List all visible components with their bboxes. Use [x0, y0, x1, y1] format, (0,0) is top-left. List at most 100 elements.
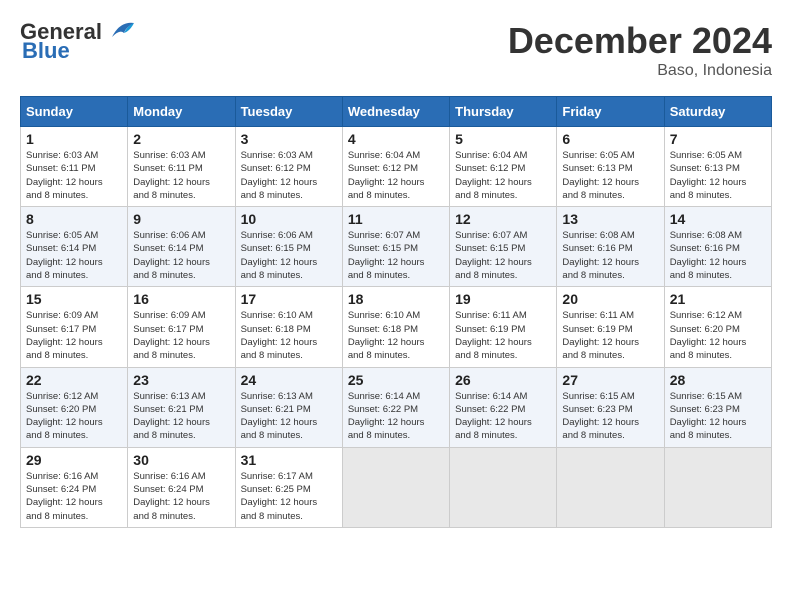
- header-row: SundayMondayTuesdayWednesdayThursdayFrid…: [21, 97, 772, 127]
- day-cell: 23 Sunrise: 6:13 AMSunset: 6:21 PMDaylig…: [128, 367, 235, 447]
- day-number: 2: [133, 131, 229, 147]
- day-cell: 30 Sunrise: 6:16 AMSunset: 6:24 PMDaylig…: [128, 447, 235, 527]
- day-info: Sunrise: 6:03 AMSunset: 6:11 PMDaylight:…: [26, 149, 122, 202]
- title-area: December 2024 Baso, Indonesia: [508, 20, 772, 80]
- day-info: Sunrise: 6:13 AMSunset: 6:21 PMDaylight:…: [133, 390, 229, 443]
- day-cell: 17 Sunrise: 6:10 AMSunset: 6:18 PMDaylig…: [235, 287, 342, 367]
- day-cell: [664, 447, 771, 527]
- day-number: 7: [670, 131, 766, 147]
- day-cell: [450, 447, 557, 527]
- day-cell: 5 Sunrise: 6:04 AMSunset: 6:12 PMDayligh…: [450, 127, 557, 207]
- day-info: Sunrise: 6:16 AMSunset: 6:24 PMDaylight:…: [133, 470, 229, 523]
- day-cell: 21 Sunrise: 6:12 AMSunset: 6:20 PMDaylig…: [664, 287, 771, 367]
- day-cell: [342, 447, 449, 527]
- week-row-1: 1 Sunrise: 6:03 AMSunset: 6:11 PMDayligh…: [21, 127, 772, 207]
- day-number: 29: [26, 452, 122, 468]
- day-info: Sunrise: 6:05 AMSunset: 6:14 PMDaylight:…: [26, 229, 122, 282]
- day-info: Sunrise: 6:15 AMSunset: 6:23 PMDaylight:…: [670, 390, 766, 443]
- day-cell: 15 Sunrise: 6:09 AMSunset: 6:17 PMDaylig…: [21, 287, 128, 367]
- day-number: 8: [26, 211, 122, 227]
- day-info: Sunrise: 6:10 AMSunset: 6:18 PMDaylight:…: [241, 309, 337, 362]
- day-number: 12: [455, 211, 551, 227]
- calendar-title: December 2024: [508, 20, 772, 62]
- day-info: Sunrise: 6:09 AMSunset: 6:17 PMDaylight:…: [26, 309, 122, 362]
- day-info: Sunrise: 6:06 AMSunset: 6:15 PMDaylight:…: [241, 229, 337, 282]
- day-number: 11: [348, 211, 444, 227]
- day-cell: 10 Sunrise: 6:06 AMSunset: 6:15 PMDaylig…: [235, 207, 342, 287]
- header-day-saturday: Saturday: [664, 97, 771, 127]
- day-cell: 19 Sunrise: 6:11 AMSunset: 6:19 PMDaylig…: [450, 287, 557, 367]
- day-number: 22: [26, 372, 122, 388]
- day-info: Sunrise: 6:14 AMSunset: 6:22 PMDaylight:…: [348, 390, 444, 443]
- header-day-sunday: Sunday: [21, 97, 128, 127]
- day-info: Sunrise: 6:05 AMSunset: 6:13 PMDaylight:…: [670, 149, 766, 202]
- day-number: 24: [241, 372, 337, 388]
- logo-bird-icon: [104, 19, 136, 41]
- day-number: 20: [562, 291, 658, 307]
- header-day-monday: Monday: [128, 97, 235, 127]
- day-number: 31: [241, 452, 337, 468]
- week-row-3: 15 Sunrise: 6:09 AMSunset: 6:17 PMDaylig…: [21, 287, 772, 367]
- logo-blue: Blue: [22, 38, 70, 64]
- day-info: Sunrise: 6:04 AMSunset: 6:12 PMDaylight:…: [348, 149, 444, 202]
- day-number: 30: [133, 452, 229, 468]
- day-number: 26: [455, 372, 551, 388]
- day-cell: 31 Sunrise: 6:17 AMSunset: 6:25 PMDaylig…: [235, 447, 342, 527]
- day-cell: 1 Sunrise: 6:03 AMSunset: 6:11 PMDayligh…: [21, 127, 128, 207]
- day-number: 27: [562, 372, 658, 388]
- day-cell: 29 Sunrise: 6:16 AMSunset: 6:24 PMDaylig…: [21, 447, 128, 527]
- day-number: 4: [348, 131, 444, 147]
- day-cell: 2 Sunrise: 6:03 AMSunset: 6:11 PMDayligh…: [128, 127, 235, 207]
- header-day-thursday: Thursday: [450, 97, 557, 127]
- header-day-friday: Friday: [557, 97, 664, 127]
- day-cell: 4 Sunrise: 6:04 AMSunset: 6:12 PMDayligh…: [342, 127, 449, 207]
- day-number: 15: [26, 291, 122, 307]
- day-number: 3: [241, 131, 337, 147]
- calendar-table: SundayMondayTuesdayWednesdayThursdayFrid…: [20, 96, 772, 528]
- day-cell: 14 Sunrise: 6:08 AMSunset: 6:16 PMDaylig…: [664, 207, 771, 287]
- day-cell: 18 Sunrise: 6:10 AMSunset: 6:18 PMDaylig…: [342, 287, 449, 367]
- day-cell: 7 Sunrise: 6:05 AMSunset: 6:13 PMDayligh…: [664, 127, 771, 207]
- day-number: 9: [133, 211, 229, 227]
- day-info: Sunrise: 6:10 AMSunset: 6:18 PMDaylight:…: [348, 309, 444, 362]
- day-info: Sunrise: 6:14 AMSunset: 6:22 PMDaylight:…: [455, 390, 551, 443]
- day-info: Sunrise: 6:05 AMSunset: 6:13 PMDaylight:…: [562, 149, 658, 202]
- day-info: Sunrise: 6:13 AMSunset: 6:21 PMDaylight:…: [241, 390, 337, 443]
- day-cell: 16 Sunrise: 6:09 AMSunset: 6:17 PMDaylig…: [128, 287, 235, 367]
- day-number: 1: [26, 131, 122, 147]
- day-number: 17: [241, 291, 337, 307]
- day-cell: 3 Sunrise: 6:03 AMSunset: 6:12 PMDayligh…: [235, 127, 342, 207]
- day-info: Sunrise: 6:17 AMSunset: 6:25 PMDaylight:…: [241, 470, 337, 523]
- day-cell: 28 Sunrise: 6:15 AMSunset: 6:23 PMDaylig…: [664, 367, 771, 447]
- day-info: Sunrise: 6:06 AMSunset: 6:14 PMDaylight:…: [133, 229, 229, 282]
- day-info: Sunrise: 6:08 AMSunset: 6:16 PMDaylight:…: [562, 229, 658, 282]
- day-cell: 9 Sunrise: 6:06 AMSunset: 6:14 PMDayligh…: [128, 207, 235, 287]
- calendar-subtitle: Baso, Indonesia: [508, 62, 772, 80]
- day-number: 5: [455, 131, 551, 147]
- day-cell: 22 Sunrise: 6:12 AMSunset: 6:20 PMDaylig…: [21, 367, 128, 447]
- day-number: 16: [133, 291, 229, 307]
- day-info: Sunrise: 6:04 AMSunset: 6:12 PMDaylight:…: [455, 149, 551, 202]
- day-cell: 26 Sunrise: 6:14 AMSunset: 6:22 PMDaylig…: [450, 367, 557, 447]
- day-info: Sunrise: 6:15 AMSunset: 6:23 PMDaylight:…: [562, 390, 658, 443]
- week-row-5: 29 Sunrise: 6:16 AMSunset: 6:24 PMDaylig…: [21, 447, 772, 527]
- day-info: Sunrise: 6:12 AMSunset: 6:20 PMDaylight:…: [26, 390, 122, 443]
- day-info: Sunrise: 6:12 AMSunset: 6:20 PMDaylight:…: [670, 309, 766, 362]
- day-info: Sunrise: 6:09 AMSunset: 6:17 PMDaylight:…: [133, 309, 229, 362]
- day-cell: [557, 447, 664, 527]
- day-number: 13: [562, 211, 658, 227]
- day-cell: 20 Sunrise: 6:11 AMSunset: 6:19 PMDaylig…: [557, 287, 664, 367]
- day-cell: 24 Sunrise: 6:13 AMSunset: 6:21 PMDaylig…: [235, 367, 342, 447]
- day-number: 19: [455, 291, 551, 307]
- day-info: Sunrise: 6:07 AMSunset: 6:15 PMDaylight:…: [348, 229, 444, 282]
- header: General Blue December 2024 Baso, Indones…: [20, 20, 772, 80]
- day-number: 28: [670, 372, 766, 388]
- day-number: 23: [133, 372, 229, 388]
- day-cell: 27 Sunrise: 6:15 AMSunset: 6:23 PMDaylig…: [557, 367, 664, 447]
- day-info: Sunrise: 6:11 AMSunset: 6:19 PMDaylight:…: [562, 309, 658, 362]
- day-number: 14: [670, 211, 766, 227]
- day-number: 10: [241, 211, 337, 227]
- day-cell: 6 Sunrise: 6:05 AMSunset: 6:13 PMDayligh…: [557, 127, 664, 207]
- header-day-wednesday: Wednesday: [342, 97, 449, 127]
- day-cell: 8 Sunrise: 6:05 AMSunset: 6:14 PMDayligh…: [21, 207, 128, 287]
